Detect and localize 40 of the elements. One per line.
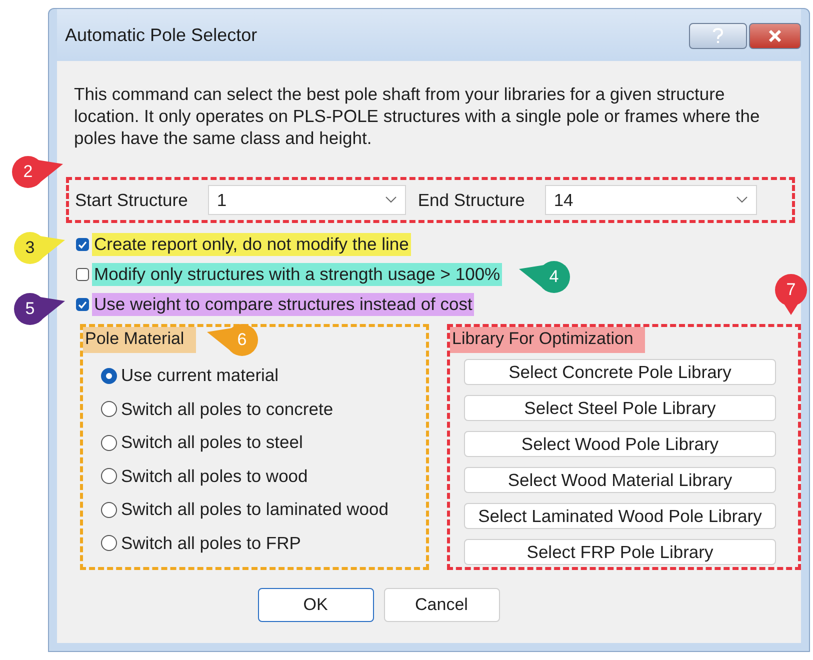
description-text: This command can select the best pole shaft from your libraries for a given structure location. It only operates on PLS-POLE structures with a single pole or frames where the poles have the same class and height. [74,83,761,149]
library-button[interactable]: Select FRP Pole Library [464,539,776,565]
radio-button[interactable] [101,401,117,418]
window-title: Automatic Pole Selector [65,24,258,46]
checkbox[interactable] [76,298,89,311]
checkbox[interactable] [76,238,89,251]
group-title: Pole Material [83,327,196,353]
radio-label: Switch all poles to FRP [121,532,301,554]
library-button[interactable]: Select Laminated Wood Pole Library [464,503,776,529]
radio-label: Switch all poles to steel [121,432,303,454]
radio-button[interactable] [101,434,117,451]
checkbox-label: Modify only structures with a strength usage > 100% [92,263,502,286]
help-button[interactable] [689,23,747,49]
field-label: End Structure [418,190,525,210]
radio-label: Use current material [121,365,279,386]
dialog-button[interactable]: Cancel [384,588,500,622]
radio-label: Switch all poles to wood [121,466,308,487]
library-button[interactable]: Select Wood Material Library [464,467,776,493]
dialog-button[interactable]: OK [258,588,374,622]
radio-button[interactable] [101,468,117,484]
radio-button[interactable] [101,502,117,518]
help-icon [713,28,723,44]
close-button[interactable] [749,23,801,49]
dropdown[interactable]: 1 [208,185,406,215]
close-icon [768,30,782,42]
checkbox[interactable] [76,268,89,281]
radio-label: Switch all poles to laminated wood [121,499,389,520]
library-button[interactable]: Select Wood Pole Library [464,431,776,457]
checkbox-label: Create report only, do not modify the line [92,233,411,256]
chevron-down-icon [384,196,397,204]
checkbox-label: Use weight to compare structures instead of cost [92,293,474,316]
chevron-down-icon [736,196,748,204]
radio-button[interactable] [101,368,117,384]
group-title: Library For Optimization [450,327,646,353]
library-button[interactable]: Select Steel Pole Library [464,395,776,421]
library-button[interactable]: Select Concrete Pole Library [464,359,776,385]
dropdown[interactable]: 14 [544,185,757,215]
field-label: Start Structure [75,190,188,210]
radio-label: Switch all poles to concrete [121,398,334,420]
radio-button[interactable] [101,535,117,552]
